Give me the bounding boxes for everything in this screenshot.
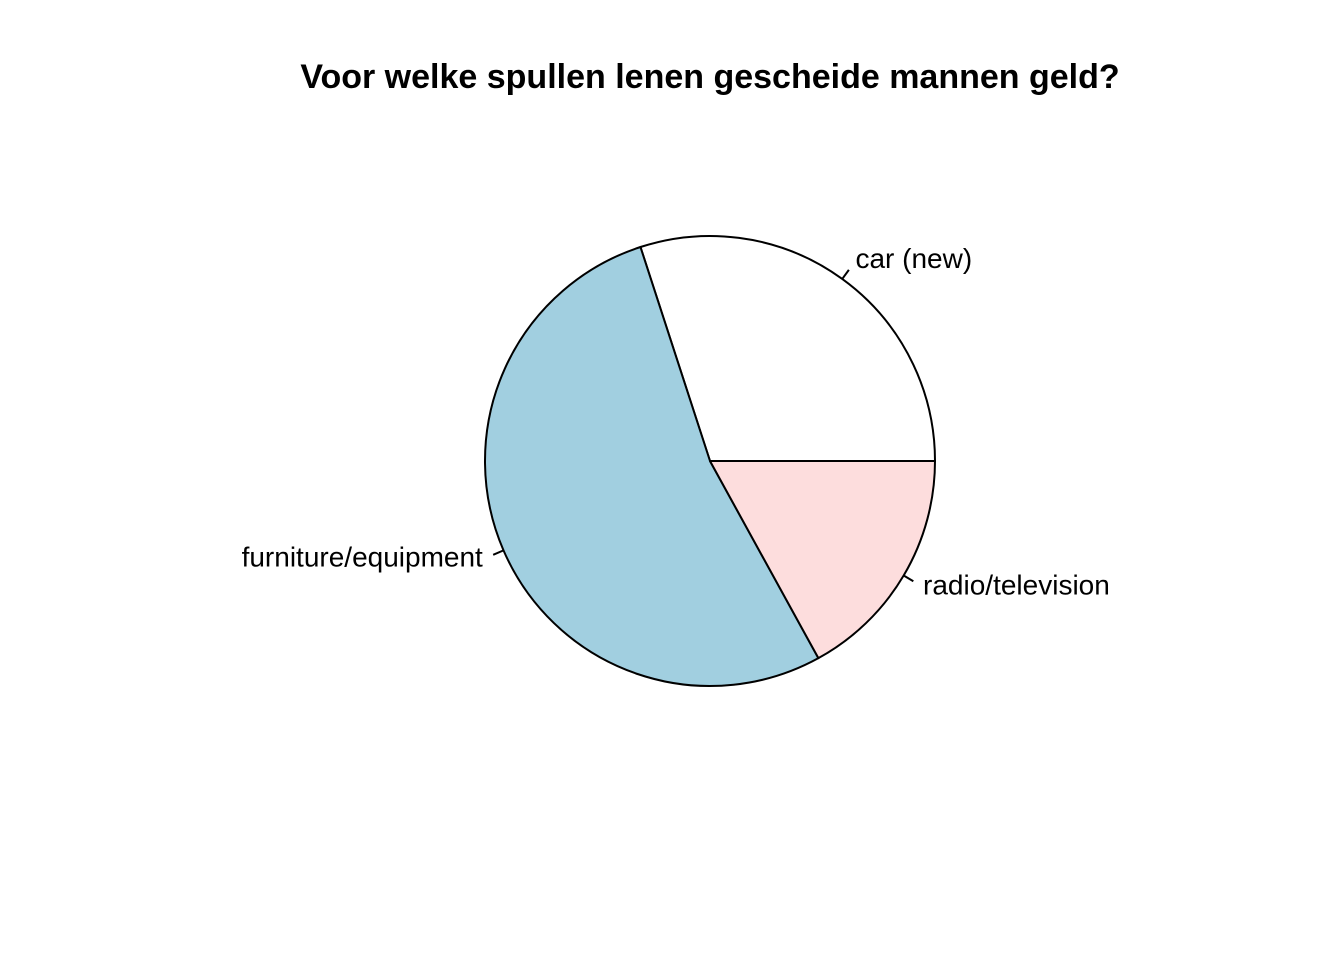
leader-line-radio-television bbox=[903, 574, 914, 583]
leader-line-furniture-equipment bbox=[492, 549, 504, 556]
slice-label-furniture-equipment: furniture/equipment bbox=[242, 542, 483, 573]
pie-slices bbox=[484, 235, 936, 687]
slice-label-radio-television: radio/television bbox=[923, 569, 1110, 600]
leader-line-car-new bbox=[841, 269, 850, 280]
slice-label-car-new: car (new) bbox=[855, 243, 972, 274]
pie-plot-area: car (new) furniture/equipment radio/televi… bbox=[242, 235, 1110, 687]
pie-chart: Voor welke spullen lenen gescheide manne… bbox=[0, 0, 1344, 960]
